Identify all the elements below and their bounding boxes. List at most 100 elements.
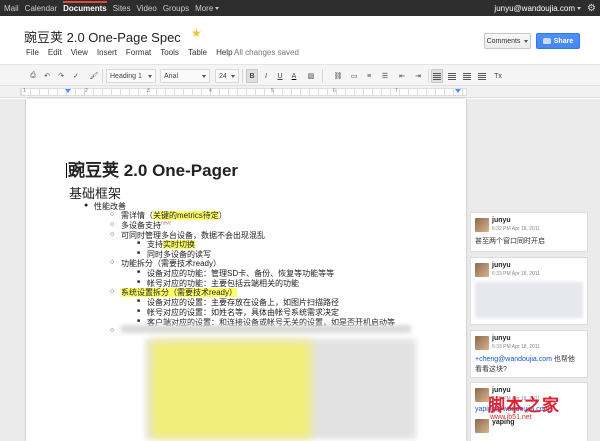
account-area: junyu@wandoujia.com ⚙ bbox=[494, 0, 596, 16]
doc-title[interactable]: 豌豆荚 2.0 One-Page Spec bbox=[24, 27, 181, 46]
bulleted-list-icon[interactable]: ☰ bbox=[379, 69, 391, 83]
comment-text: 看看这块? bbox=[475, 366, 507, 373]
menu-tools[interactable]: Tools bbox=[160, 48, 179, 57]
ruler-number: 1 bbox=[23, 88, 26, 94]
menu-file[interactable]: File bbox=[26, 48, 39, 57]
watermark-text: 脚本之家 bbox=[488, 396, 560, 416]
avatar bbox=[475, 218, 489, 232]
avatar bbox=[475, 388, 489, 402]
comment-card[interactable]: junyu 6:33 PM Apr 18, 2011 +cheng@wandou… bbox=[470, 330, 588, 378]
bullet-circle: ○ bbox=[110, 259, 115, 266]
ruler-number: 4 bbox=[209, 88, 212, 94]
clear-formatting-icon[interactable]: Tx bbox=[492, 69, 504, 83]
font-select[interactable]: Arial bbox=[160, 69, 210, 83]
menu-view[interactable]: View bbox=[71, 48, 88, 57]
menu-table[interactable]: Table bbox=[188, 48, 207, 57]
font-size-select[interactable]: 24 bbox=[215, 69, 239, 83]
list-item-text: 多设备支持 bbox=[121, 221, 161, 230]
print-icon[interactable]: ⎙ bbox=[27, 69, 39, 83]
link-icon[interactable]: ⛓ bbox=[332, 69, 344, 83]
bullet-square: ■ bbox=[137, 250, 141, 256]
undo-icon[interactable]: ↶ bbox=[41, 69, 53, 83]
ruler-number: 2 bbox=[85, 88, 88, 94]
menu-insert[interactable]: Insert bbox=[97, 48, 117, 57]
ruler-track[interactable]: 1 2 3 4 5 6 7 bbox=[20, 88, 467, 96]
comment-author: junyu bbox=[492, 335, 511, 342]
align-lines bbox=[433, 72, 441, 80]
underline-button[interactable]: U bbox=[274, 69, 286, 83]
highlight-color-icon[interactable]: ▨ bbox=[305, 69, 317, 83]
menu-format[interactable]: Format bbox=[126, 48, 151, 57]
document-heading[interactable]: 豌豆荚 2.0 One-Pager bbox=[66, 156, 238, 181]
comments-button-label: Comments bbox=[486, 37, 521, 45]
chevron-down-icon bbox=[524, 39, 529, 43]
gbar-mail[interactable]: Mail bbox=[4, 4, 19, 13]
align-left-icon[interactable] bbox=[431, 69, 443, 83]
gbar-sites[interactable]: Sites bbox=[113, 4, 131, 13]
menu-edit[interactable]: Edit bbox=[48, 48, 62, 57]
comment-text-part: 也帮他 bbox=[553, 356, 575, 363]
avatar bbox=[475, 263, 489, 277]
comment-icon[interactable]: ▭ bbox=[348, 69, 360, 83]
comment-time: 6:33 PM Apr 18, 2011 bbox=[492, 271, 540, 277]
align-right-icon[interactable] bbox=[461, 69, 473, 83]
paint-format-icon[interactable]: 🖌 bbox=[88, 69, 100, 83]
blurred-text bbox=[121, 325, 411, 333]
bullet-square: ■ bbox=[137, 279, 141, 285]
align-lines bbox=[448, 72, 456, 80]
ruler: 1 2 3 4 5 6 7 bbox=[0, 86, 600, 98]
align-justify-icon[interactable] bbox=[476, 69, 488, 83]
comment-time: 6:32 PM Apr 18, 2011 bbox=[492, 226, 540, 232]
italic-button[interactable]: I bbox=[260, 69, 272, 83]
increase-indent-icon[interactable]: ⇥ bbox=[412, 69, 424, 83]
gbar-documents[interactable]: Documents bbox=[63, 1, 107, 15]
text-color-button[interactable]: A bbox=[288, 69, 300, 83]
bullet-circle: ○ bbox=[110, 288, 115, 295]
menu-help[interactable]: Help bbox=[216, 48, 232, 57]
bold-button[interactable]: B bbox=[246, 69, 258, 83]
comments-panel: junyu 6:32 PM Apr 18, 2011 甚至两个窗口同时开启 ju… bbox=[470, 99, 594, 441]
style-select[interactable]: Heading 1 bbox=[106, 69, 156, 83]
account-email[interactable]: junyu@wandoujia.com bbox=[494, 4, 582, 13]
doc-header: 豌豆荚 2.0 One-Page Spec ★ File Edit View I… bbox=[0, 16, 600, 64]
gear-icon[interactable]: ⚙ bbox=[587, 3, 596, 14]
save-status: All changes saved bbox=[234, 48, 299, 57]
editing-toolbar: ⎙ ↶ ↷ ✓ 🖌 Heading 1 Arial 24 B I U A ▨ ⛓… bbox=[0, 64, 600, 86]
list-item-text: ） bbox=[218, 211, 227, 220]
comment-author: junyu bbox=[492, 262, 511, 269]
comment-card[interactable]: junyu 6:33 PM Apr 18, 2011 bbox=[470, 257, 588, 325]
comment-time: 6:33 PM Apr 18, 2011 bbox=[492, 344, 540, 350]
align-center-icon[interactable] bbox=[446, 69, 458, 83]
comment-card[interactable]: junyu 6:32 PM Apr 18, 2011 甚至两个窗口同时开启 bbox=[470, 212, 588, 252]
gbar-calendar[interactable]: Calendar bbox=[25, 4, 57, 13]
chevron-down-icon bbox=[202, 75, 206, 78]
star-icon[interactable]: ★ bbox=[191, 26, 202, 40]
numbered-list-icon[interactable]: ≡ bbox=[363, 69, 375, 83]
right-margin-marker[interactable] bbox=[455, 89, 461, 93]
highlighted-text: 系统设置拆分（需要技术ready） bbox=[121, 288, 238, 297]
bullet-square: ■ bbox=[137, 308, 141, 314]
section-heading[interactable]: 基础框架 bbox=[69, 183, 121, 202]
font-select-value: Arial bbox=[164, 72, 179, 80]
document-page[interactable]: 豌豆荚 2.0 One-Pager 基础框架 ● 性能改善 ○ 需详情（关键的m… bbox=[26, 99, 466, 441]
chevron-down-icon bbox=[215, 6, 220, 10]
font-size-value: 24 bbox=[219, 72, 227, 80]
share-button-label: Share bbox=[553, 37, 574, 45]
mention-link[interactable]: +cheng@wandoujia.com bbox=[475, 356, 552, 363]
spellcheck-icon[interactable]: ✓ bbox=[70, 69, 82, 83]
bullet-circle: ○ bbox=[110, 327, 115, 334]
list-item-text: 支持 bbox=[147, 240, 163, 249]
chevron-down-icon bbox=[148, 75, 152, 78]
decrease-indent-icon[interactable]: ⇤ bbox=[396, 69, 408, 83]
gbar-groups[interactable]: Groups bbox=[163, 4, 189, 13]
share-button[interactable]: Share bbox=[536, 33, 580, 49]
toolbar-divider bbox=[102, 69, 103, 83]
toolbar-divider bbox=[242, 69, 243, 83]
ruler-number: 6 bbox=[333, 88, 336, 94]
bullet-disc: ● bbox=[84, 202, 89, 209]
indent-marker[interactable] bbox=[65, 89, 71, 93]
comments-button[interactable]: Comments bbox=[484, 33, 531, 49]
redo-icon[interactable]: ↷ bbox=[55, 69, 67, 83]
gbar-video[interactable]: Video bbox=[137, 4, 157, 13]
gbar-more[interactable]: More bbox=[195, 4, 220, 13]
